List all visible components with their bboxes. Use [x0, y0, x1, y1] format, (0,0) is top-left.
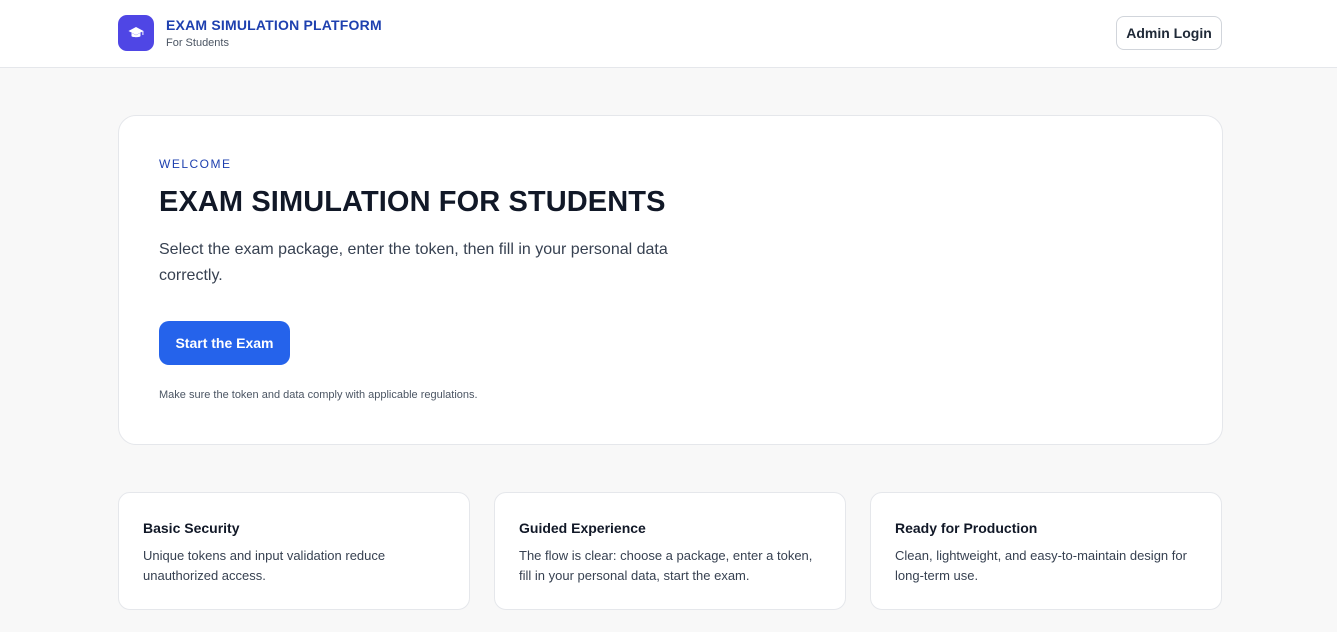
hero-description: Select the exam package, enter the token…: [159, 241, 668, 284]
brand[interactable]: EXAM SIMULATION PLATFORM For Students: [118, 15, 382, 51]
admin-login-button[interactable]: Admin Login: [1116, 16, 1222, 50]
feature-card-title: Ready for Production: [895, 520, 1038, 536]
feature-card-text: Clean, lightweight, and easy-to-maintain…: [895, 548, 1187, 583]
brand-text: EXAM SIMULATION PLATFORM For Students: [166, 16, 382, 51]
brand-subtitle: For Students: [166, 36, 229, 49]
feature-card-security: Basic Security Unique tokens and input v…: [118, 492, 470, 610]
brand-title: EXAM SIMULATION PLATFORM: [166, 16, 382, 33]
feature-card-text: The flow is clear: choose a package, ent…: [519, 548, 813, 583]
feature-card-title: Guided Experience: [519, 520, 646, 536]
hero-title: EXAM SIMULATION FOR STUDENTS: [159, 186, 666, 218]
graduation-cap-icon: [118, 15, 154, 51]
hero-note: Make sure the token and data comply with…: [159, 389, 478, 401]
feature-card-text: Unique tokens and input validation reduc…: [143, 548, 386, 583]
start-exam-button[interactable]: Start the Exam: [159, 321, 290, 365]
top-navbar: EXAM SIMULATION PLATFORM For Students Ad…: [0, 0, 1337, 68]
feature-card-production: Ready for Production Clean, lightweight,…: [870, 492, 1222, 610]
feature-card-guided: Guided Experience The flow is clear: cho…: [494, 492, 846, 610]
hero-eyebrow: WELCOME: [159, 157, 232, 171]
feature-card-title: Basic Security: [143, 520, 240, 536]
welcome-hero-card: WELCOME EXAM SIMULATION FOR STUDENTS Sel…: [118, 115, 1223, 445]
